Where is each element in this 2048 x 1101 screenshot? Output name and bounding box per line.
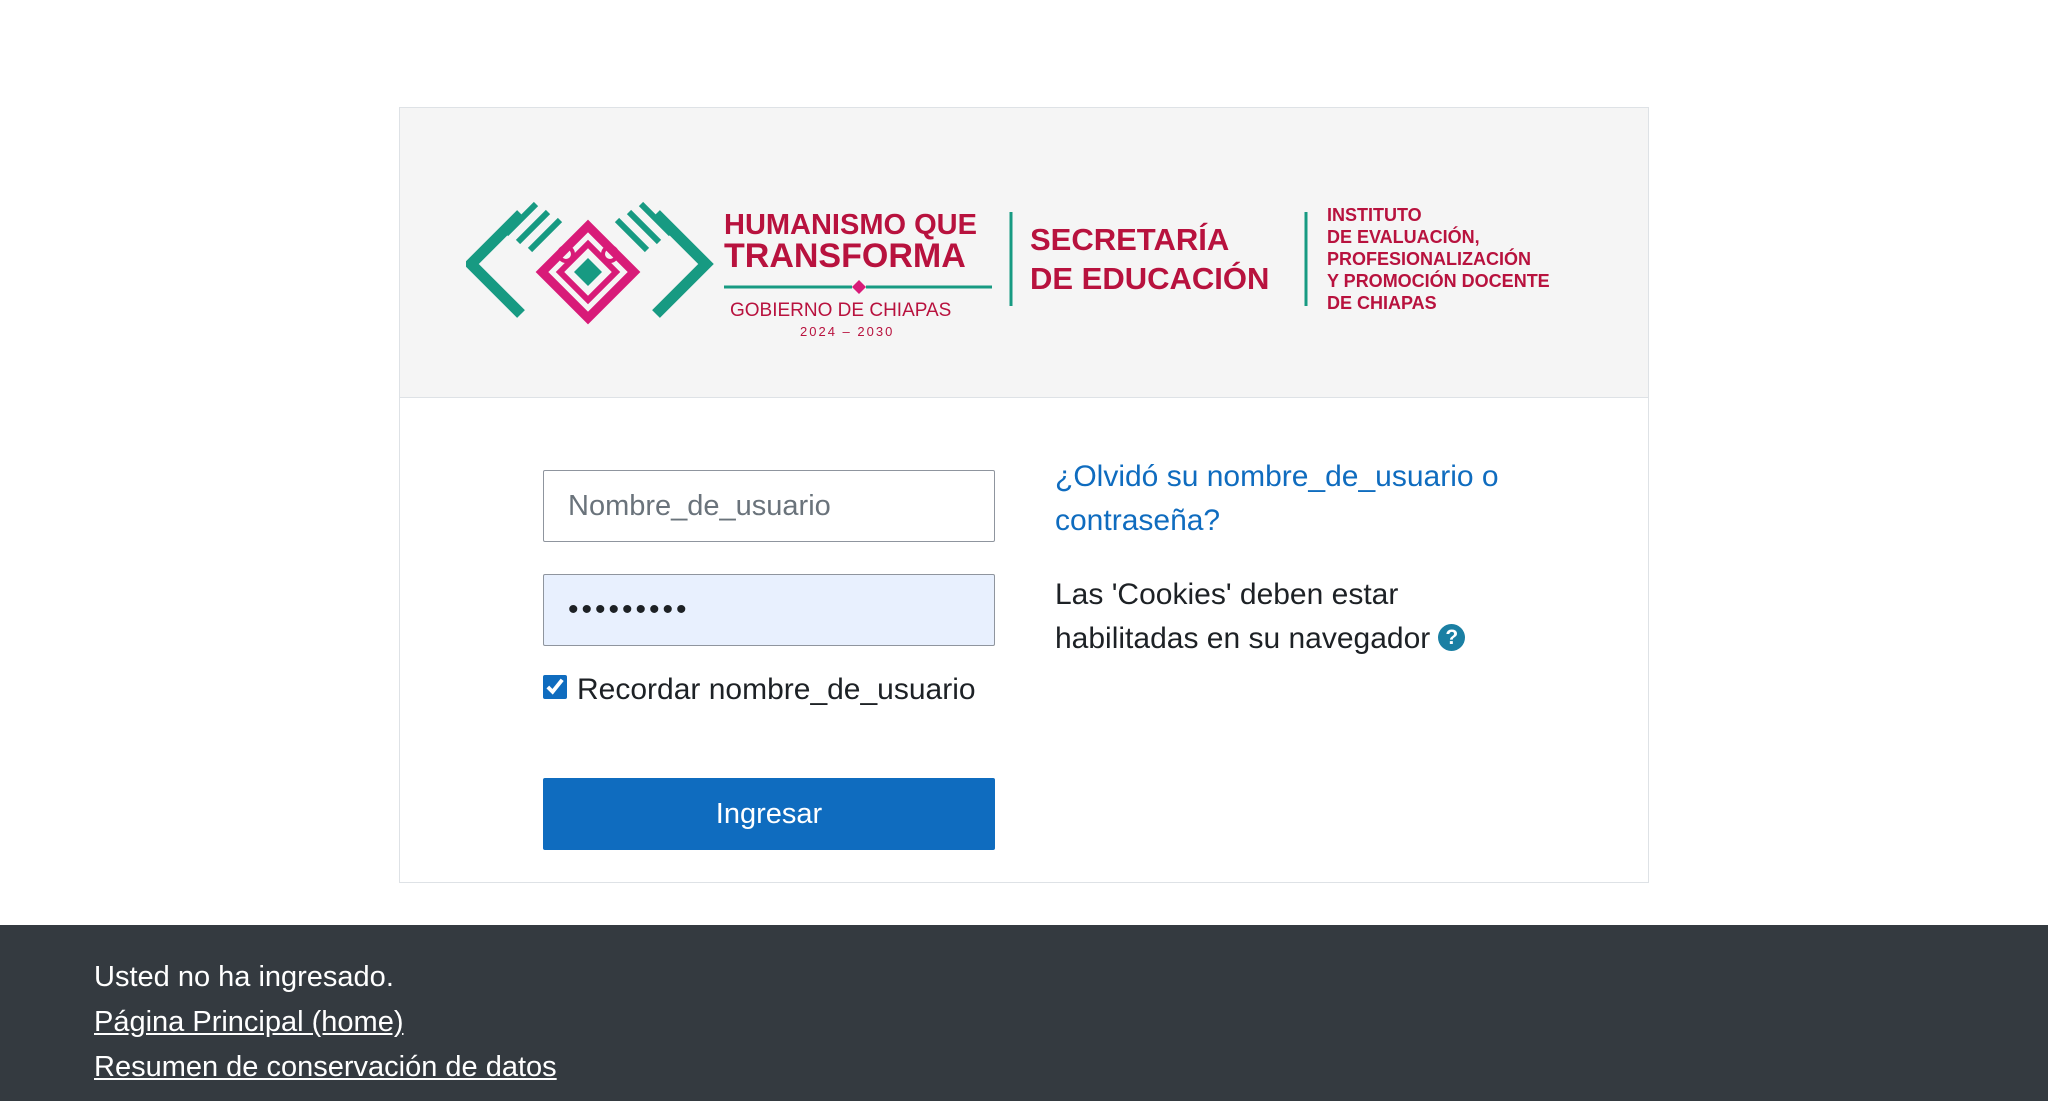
home-link[interactable]: Página Principal (home): [94, 1006, 403, 1038]
logo-secretaria-line1: SECRETARÍA: [1030, 222, 1229, 257]
page-footer: Usted no ha ingresado. Página Principal …: [0, 925, 2048, 1101]
logo-years: 2024 – 2030: [800, 324, 894, 339]
login-page: HUMANISMO QUE TRANSFORMA GOBIERNO DE CHI…: [0, 0, 2048, 1101]
forgot-password-link[interactable]: ¿Olvidó su nombre_de_usuario o contraseñ…: [1055, 455, 1535, 543]
login-card: HUMANISMO QUE TRANSFORMA GOBIERNO DE CHI…: [399, 107, 1649, 883]
login-button[interactable]: Ingresar: [543, 778, 995, 850]
logo-motto-line2: TRANSFORMA: [724, 237, 966, 275]
login-header: HUMANISMO QUE TRANSFORMA GOBIERNO DE CHI…: [400, 108, 1648, 398]
logo-secretaria-line2: DE EDUCACIÓN: [1030, 260, 1269, 296]
logo-instituto-line1: INSTITUTO: [1327, 205, 1422, 225]
login-form-body: Recordar nombre_de_usuario Ingresar ¿Olv…: [400, 398, 1648, 882]
logo-instituto-line2: DE EVALUACIÓN,: [1327, 226, 1480, 247]
logo-instituto-line3: PROFESIONALIZACIÓN: [1327, 248, 1531, 269]
username-input[interactable]: [543, 470, 995, 542]
remember-username-checkbox-label[interactable]: Recordar nombre_de_usuario: [543, 673, 976, 707]
cookies-notice-text: Las 'Cookies' deben estar habilitadas en…: [1055, 578, 1431, 655]
login-status-text: Usted no ha ingresado.: [94, 961, 394, 993]
cookies-notice: Las 'Cookies' deben estar habilitadas en…: [1055, 573, 1535, 661]
logo-instituto-line4: Y PROMOCIÓN DOCENTE: [1327, 270, 1550, 291]
chiapas-emblem-icon: [466, 201, 714, 325]
question-circle-icon[interactable]: ?: [1438, 623, 1466, 651]
data-retention-summary-link[interactable]: Resumen de conservación de datos: [94, 1051, 557, 1083]
password-input[interactable]: [543, 574, 995, 646]
remember-username-label: Recordar nombre_de_usuario: [577, 673, 976, 706]
logo-instituto-line5: DE CHIAPAS: [1327, 293, 1437, 313]
institution-logo: HUMANISMO QUE TRANSFORMA GOBIERNO DE CHI…: [466, 201, 1550, 339]
remember-username-checkbox[interactable]: [543, 675, 567, 699]
logo-government: GOBIERNO DE CHIAPAS: [730, 300, 951, 321]
